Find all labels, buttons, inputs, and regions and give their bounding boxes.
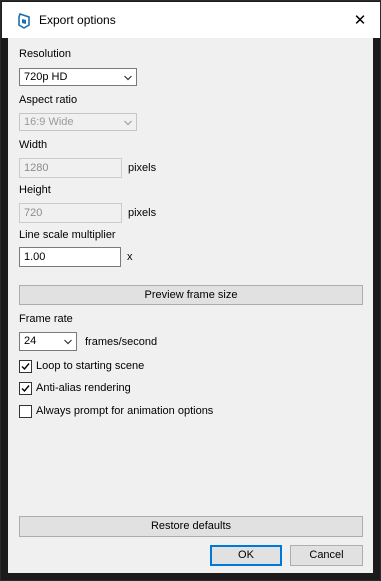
cancel-button[interactable]: Cancel — [290, 545, 363, 566]
aspect-ratio-value: 16:9 Wide — [24, 116, 74, 128]
aspect-ratio-label: Aspect ratio — [19, 94, 78, 106]
chevron-down-icon — [124, 75, 132, 81]
line-scale-unit: x — [127, 251, 133, 263]
export-options-dialog: Export options ✕ Resolution 720p HD Aspe… — [0, 0, 381, 581]
line-scale-value: 1.00 — [24, 251, 46, 263]
frame-rate-unit: frames/second — [85, 336, 158, 348]
sketchup-icon — [18, 13, 30, 29]
title-bar[interactable]: Export options ✕ — [2, 2, 380, 38]
ok-button[interactable]: OK — [210, 545, 282, 566]
height-field[interactable]: 720 — [19, 203, 122, 223]
width-unit: pixels — [128, 162, 157, 174]
width-label: Width — [19, 139, 48, 151]
frame-rate-value: 24 — [24, 335, 37, 347]
anti-alias-label: Anti-alias rendering — [36, 382, 131, 394]
chevron-down-icon — [64, 339, 72, 345]
line-scale-label: Line scale multiplier — [19, 229, 116, 241]
resolution-dropdown[interactable]: 720p HD — [19, 68, 137, 86]
window-title: Export options — [39, 13, 116, 27]
frame-rate-dropdown[interactable]: 24 — [19, 332, 77, 351]
loop-label: Loop to starting scene — [36, 360, 145, 372]
check-icon — [21, 363, 30, 371]
chevron-down-icon — [124, 120, 132, 126]
width-value: 1280 — [24, 162, 49, 174]
height-value: 720 — [24, 207, 43, 219]
anti-alias-checkbox[interactable] — [19, 382, 32, 395]
loop-checkbox[interactable] — [19, 360, 32, 373]
width-field[interactable]: 1280 — [19, 158, 122, 178]
resolution-value: 720p HD — [24, 71, 68, 83]
frame-rate-label: Frame rate — [19, 313, 73, 325]
height-label: Height — [19, 184, 51, 196]
always-prompt-checkbox[interactable] — [19, 405, 32, 418]
close-icon[interactable]: ✕ — [350, 10, 370, 30]
preview-frame-size-button[interactable]: Preview frame size — [19, 285, 363, 305]
line-scale-input[interactable]: 1.00 — [19, 247, 121, 267]
height-unit: pixels — [128, 207, 157, 219]
resolution-label: Resolution — [19, 48, 71, 60]
always-prompt-label: Always prompt for animation options — [36, 405, 214, 417]
check-icon — [21, 385, 30, 393]
aspect-ratio-dropdown[interactable]: 16:9 Wide — [19, 113, 137, 131]
restore-defaults-button[interactable]: Restore defaults — [19, 516, 363, 537]
